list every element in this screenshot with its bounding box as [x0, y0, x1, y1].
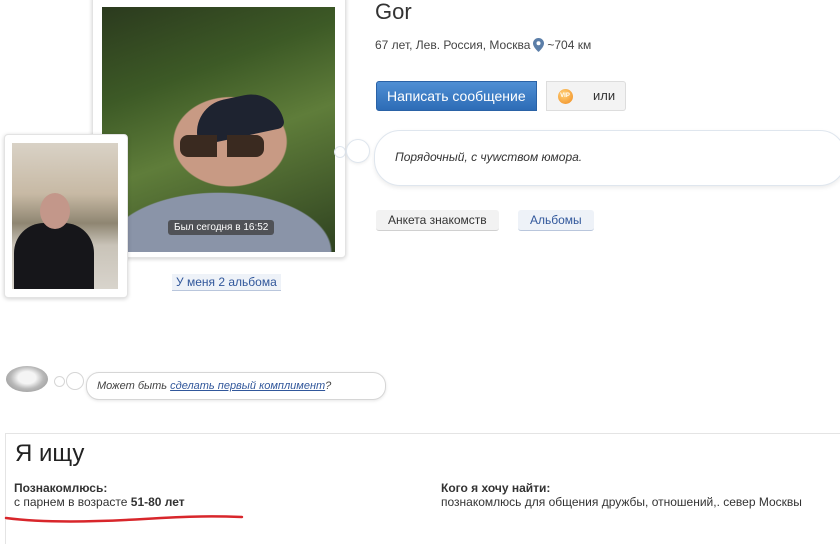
bubble-dot-large [66, 372, 84, 390]
meet-age: 51-80 лет [130, 495, 185, 509]
gift-icon: VIP [557, 88, 573, 104]
tab-anketa[interactable]: Анкета знакомств [376, 210, 499, 231]
gift-button[interactable]: VIP [546, 81, 584, 111]
last-seen-badge: Был сегодня в 16:52 [168, 220, 275, 235]
thumbnail-photo[interactable] [12, 143, 118, 289]
want-label: Кого я хочу найти: [441, 481, 551, 495]
compliment-suffix: ? [325, 380, 332, 392]
want-value: познакомлюсь для общения дружбы, отношен… [441, 495, 802, 509]
cloud-dot-small [334, 146, 346, 158]
profile-meta: 67 лет, Лев. Россия, Москва ~704 км [375, 38, 591, 52]
write-message-button[interactable]: Написать сообщение [376, 81, 537, 111]
albums-count-link[interactable]: У меня 2 альбома [172, 274, 281, 291]
or-button[interactable]: или [583, 81, 627, 111]
seeking-title: Я ищу [15, 440, 85, 467]
profile-meta-text: 67 лет, Лев. Россия, Москва [375, 38, 531, 52]
status-text: Порядочный, с чуwством юмора. [395, 150, 583, 164]
main-photo[interactable] [102, 7, 335, 252]
compliment-bubble: Может быть сделать первый комплимент? [86, 372, 386, 400]
profile-name: Gor [375, 0, 412, 24]
meet-value-prefix: с парнем в возрасте [14, 495, 131, 509]
compliment-prefix: Может быть [97, 380, 171, 392]
seeking-panel [5, 433, 840, 544]
lips-icon [6, 366, 48, 392]
map-pin-icon [533, 38, 545, 52]
bubble-dot-small [54, 376, 65, 387]
distance-text: ~704 км [547, 38, 592, 52]
tab-albums[interactable]: Альбомы [518, 210, 594, 231]
cloud-dot-large [346, 139, 370, 163]
red-underline-mark [4, 515, 244, 523]
meet-label: Познакомлюсь: [14, 481, 108, 495]
first-compliment-link[interactable]: сделать первый комплимент [170, 380, 325, 392]
meet-value: с парнем в возрасте 51-80 лет [14, 495, 185, 509]
